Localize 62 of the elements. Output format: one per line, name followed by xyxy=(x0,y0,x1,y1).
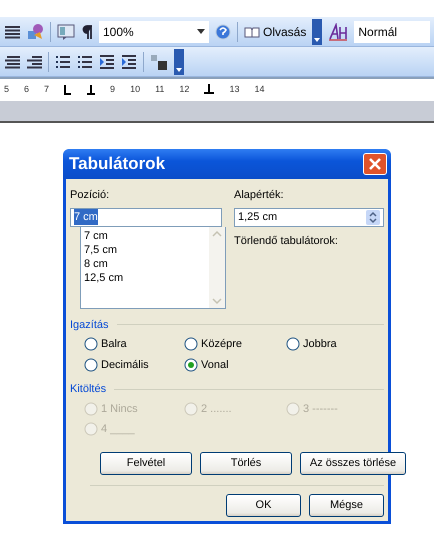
toolbar-options-icon[interactable] xyxy=(312,18,322,44)
bullet-list-icon[interactable] xyxy=(77,54,93,70)
center-tab-marker-icon[interactable] xyxy=(87,85,96,95)
justify-icon[interactable] xyxy=(4,24,20,40)
ruler-number: 7 xyxy=(44,83,50,96)
zoom-combo[interactable]: 100% xyxy=(99,20,209,42)
position-field[interactable]: 7 cm xyxy=(70,208,222,226)
list-item[interactable]: 12,5 cm xyxy=(84,270,206,284)
radio-option: 2 ....... xyxy=(184,400,286,417)
dialog-button[interactable]: Törlés xyxy=(200,452,292,474)
field-label: Alapérték: xyxy=(234,188,285,203)
ruler-number: 9 xyxy=(110,83,116,96)
default-stop-field[interactable]: 1,25 cm xyxy=(234,208,384,226)
group-title: Igazítás xyxy=(70,318,109,332)
field-label: Törlendő tabulátorok: xyxy=(234,234,339,248)
document-map-icon[interactable] xyxy=(57,22,75,40)
close-button[interactable] xyxy=(363,153,387,175)
align-right-icon[interactable] xyxy=(26,54,42,70)
toolbar-options-icon[interactable] xyxy=(174,48,184,74)
styles-icon[interactable] xyxy=(328,22,348,40)
decrease-indent-icon[interactable] xyxy=(99,53,115,70)
close-icon xyxy=(368,157,382,171)
ruler-number: 11 xyxy=(155,83,164,96)
left-tab-marker-icon[interactable] xyxy=(64,85,72,95)
field-label: Pozíció: xyxy=(70,188,110,203)
pilcrow-icon[interactable] xyxy=(81,24,93,40)
radio-option[interactable]: Balra xyxy=(84,336,184,352)
spin-icon[interactable] xyxy=(366,210,380,224)
align-center-icon[interactable] xyxy=(4,54,20,70)
scrollbar[interactable] xyxy=(209,226,225,308)
bar-tab-marker-icon[interactable] xyxy=(204,84,214,96)
dialog-title: Tabulátorok xyxy=(69,153,166,176)
tab-stop-list[interactable]: 7 cm 7,5 cm 8 cm 12,5 cm xyxy=(80,226,226,308)
help-icon[interactable] xyxy=(215,24,231,40)
dialog-button[interactable]: Az összes törlése xyxy=(300,452,406,474)
radio-option[interactable]: Jobbra xyxy=(286,336,384,352)
radio-option: 3 ------- xyxy=(286,400,384,417)
group-title: Kitöltés xyxy=(70,382,106,397)
drawing-tools-icon[interactable] xyxy=(26,22,44,40)
dialog-button[interactable]: OK xyxy=(226,494,301,516)
ruler-number: 5 xyxy=(4,83,10,96)
increase-indent-icon[interactable] xyxy=(121,53,137,70)
dialog-button[interactable]: Felvétel xyxy=(100,452,192,474)
radio-option[interactable]: Középre xyxy=(184,336,286,352)
ruler-number: 13 xyxy=(229,83,240,96)
ruler-number: 6 xyxy=(24,83,30,96)
list-item[interactable]: 7 cm xyxy=(84,228,206,242)
book-icon xyxy=(244,26,260,38)
radio-option[interactable]: Vonal xyxy=(184,356,286,373)
numbered-list-icon[interactable] xyxy=(55,54,71,70)
radio-option[interactable]: Decimális xyxy=(84,356,184,373)
dialog-button[interactable]: Mégse xyxy=(309,494,384,516)
ruler-number: 10 xyxy=(130,83,140,96)
radio-option: 4 ____ xyxy=(84,421,184,438)
ruler-number: 12 xyxy=(179,83,190,96)
reading-button[interactable]: Olvasás xyxy=(244,22,306,40)
list-item[interactable]: 7,5 cm xyxy=(84,242,206,256)
list-item[interactable]: 8 cm xyxy=(84,256,206,270)
style-combo[interactable]: Normál xyxy=(354,20,430,42)
radio-option: 1 Nincs xyxy=(84,400,184,417)
dropdown-arrow-icon[interactable] xyxy=(197,29,205,34)
ruler-number: 14 xyxy=(254,83,264,96)
